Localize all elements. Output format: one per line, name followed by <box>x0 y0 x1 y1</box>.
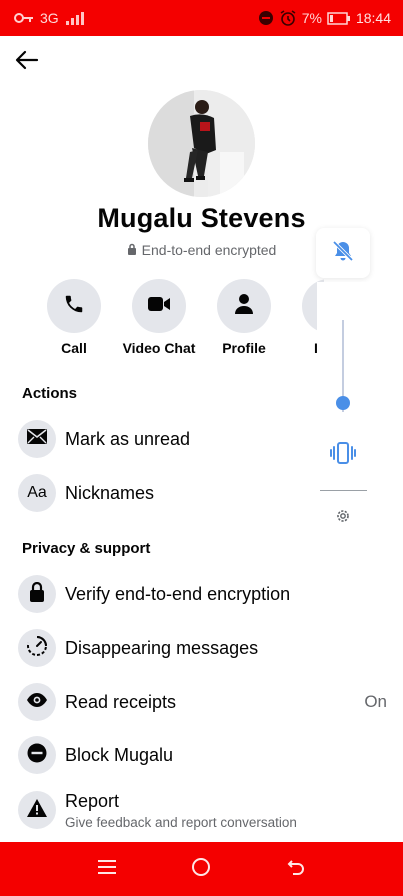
volume-slider-knob[interactable] <box>336 395 350 410</box>
network-type: 3G <box>40 10 59 26</box>
timer-icon <box>26 635 48 662</box>
status-left: 3G <box>14 10 87 26</box>
vibrate-icon <box>329 441 357 469</box>
home-circle-icon <box>191 857 211 882</box>
read-receipts-value: On <box>364 692 387 711</box>
call-label: Call <box>61 340 87 356</box>
back-arrow-icon <box>287 858 305 881</box>
section-title-privacy: Privacy & support <box>22 540 151 557</box>
status-time: 18:44 <box>355 10 391 26</box>
eye-icon <box>26 692 48 712</box>
report-sublabel: Give feedback and report conversation <box>65 814 297 830</box>
call-button[interactable]: Call <box>29 279 119 356</box>
report-label: Report <box>65 790 120 811</box>
verify-encryption-item[interactable]: Verify end-to-end encryption <box>18 574 387 614</box>
alarm-icon <box>279 9 297 27</box>
block-icon-wrap <box>18 736 56 774</box>
disappearing-messages-label: Disappearing messages <box>65 638 259 658</box>
text-aa-icon: Aa <box>27 484 47 501</box>
block-icon <box>27 743 47 768</box>
bell-muted-icon <box>332 240 354 267</box>
volume-divider <box>320 490 367 491</box>
status-right: 7% 18:44 <box>258 9 391 27</box>
signal-icon <box>65 11 87 25</box>
recents-button[interactable] <box>89 851 125 887</box>
volume-panel <box>317 282 370 537</box>
verify-icon-wrap <box>18 575 56 613</box>
read-receipts-item[interactable]: Read receipts On <box>18 682 387 722</box>
lock-icon <box>29 581 45 607</box>
dnd-icon <box>258 10 274 26</box>
nicknames-label: Nicknames <box>65 483 155 503</box>
profile-button[interactable]: Profile <box>199 279 289 356</box>
video-camera-icon <box>147 295 171 318</box>
battery-icon <box>327 11 351 25</box>
video-chat-button[interactable]: Video Chat <box>114 279 204 356</box>
home-button[interactable] <box>183 851 219 887</box>
ringer-mode-button[interactable] <box>316 228 370 278</box>
phone-icon <box>63 293 85 320</box>
vibrate-toggle[interactable] <box>328 441 358 469</box>
back-button[interactable] <box>12 48 42 76</box>
disappearing-messages-item[interactable]: Disappearing messages <box>18 628 387 668</box>
nicknames-icon-wrap: Aa <box>18 474 56 512</box>
back-nav-button[interactable] <box>278 851 314 887</box>
lock-small-icon <box>127 242 137 258</box>
person-icon <box>234 293 254 320</box>
video-chat-circle <box>132 279 186 333</box>
warning-icon <box>27 798 47 822</box>
avatar-photo <box>148 90 255 197</box>
profile-circle <box>217 279 271 333</box>
battery-percent: 7% <box>301 10 322 26</box>
profile-label: Profile <box>222 340 266 356</box>
status-bar: 3G 7% 18:44 <box>0 0 403 36</box>
read-receipts-label: Read receipts <box>65 692 177 712</box>
report-text: Report Give feedback and report conversa… <box>65 790 297 831</box>
block-item[interactable]: Block Mugalu <box>18 735 387 775</box>
mark-as-unread-label: Mark as unread <box>65 429 191 449</box>
key-icon <box>14 12 34 24</box>
gear-icon <box>335 508 351 529</box>
block-label: Block Mugalu <box>65 745 174 765</box>
report-item[interactable]: Report Give feedback and report conversa… <box>18 788 387 832</box>
report-icon-wrap <box>18 791 56 829</box>
mark-unread-icon-wrap <box>18 420 56 458</box>
disappearing-icon-wrap <box>18 629 56 667</box>
system-nav-bar <box>0 842 403 896</box>
verify-encryption-label: Verify end-to-end encryption <box>65 584 291 604</box>
video-chat-label: Video Chat <box>122 340 196 356</box>
call-circle <box>47 279 101 333</box>
arrow-left-icon <box>15 50 39 75</box>
encryption-label: End-to-end encrypted <box>141 242 277 258</box>
avatar[interactable] <box>148 90 255 197</box>
envelope-icon <box>27 429 47 449</box>
volume-settings-button[interactable] <box>333 508 353 528</box>
menu-lines-icon <box>98 859 117 880</box>
read-receipts-icon-wrap <box>18 683 56 721</box>
section-title-actions: Actions <box>22 385 78 402</box>
